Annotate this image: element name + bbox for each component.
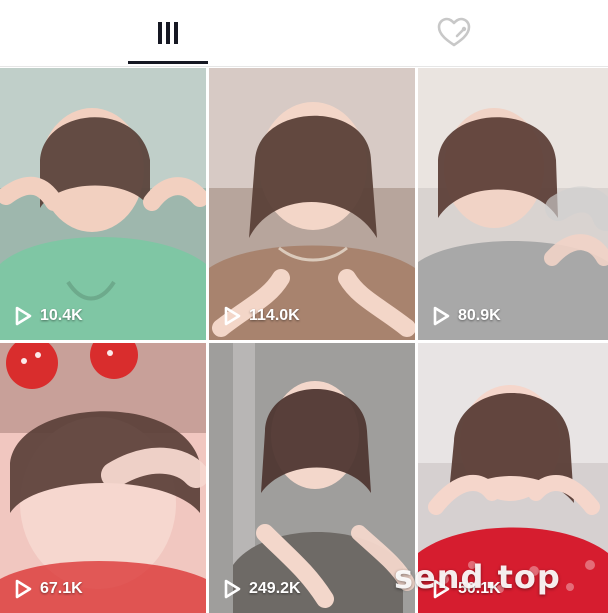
view-count: 10.4K [14,306,83,326]
video-tile[interactable]: 67.1K [0,343,206,613]
active-tab-indicator [128,61,208,64]
watermark-text: send.top [394,558,561,596]
heart-lock-icon [437,17,471,47]
profile-videos-screen: 10.4K 114.0K 80.9K 67.1K 249.2K 50.1K se… [0,0,608,613]
view-count-text: 67.1K [40,580,83,597]
video-thumbnail-art [0,343,206,613]
view-count-text: 249.2K [249,580,301,597]
play-icon [433,306,450,326]
view-count-text: 114.0K [249,307,300,324]
video-tile[interactable]: 114.0K [209,68,415,340]
view-count: 80.9K [432,306,501,326]
view-count-text: 80.9K [458,307,501,324]
play-icon [15,579,32,599]
tab-videos[interactable] [128,0,208,66]
video-tile[interactable]: 80.9K [418,68,608,340]
video-tile[interactable]: 10.4K [0,68,206,340]
video-thumbnail-art [209,68,415,340]
view-count: 114.0K [223,306,300,326]
view-count: 249.2K [223,579,301,599]
play-icon [15,306,32,326]
tab-liked[interactable] [414,0,494,66]
video-tile[interactable]: 249.2K [209,343,415,613]
grid-bars-icon [158,22,178,44]
play-icon [224,579,241,599]
video-thumbnail-art [0,68,206,340]
video-thumbnail-art [418,68,608,340]
view-count-text: 10.4K [40,307,83,324]
view-count: 67.1K [14,579,83,599]
video-grid: 10.4K 114.0K 80.9K 67.1K 249.2K 50.1K [0,68,608,613]
video-thumbnail-art [209,343,415,613]
play-icon [224,306,241,326]
profile-tabbar [0,0,608,67]
